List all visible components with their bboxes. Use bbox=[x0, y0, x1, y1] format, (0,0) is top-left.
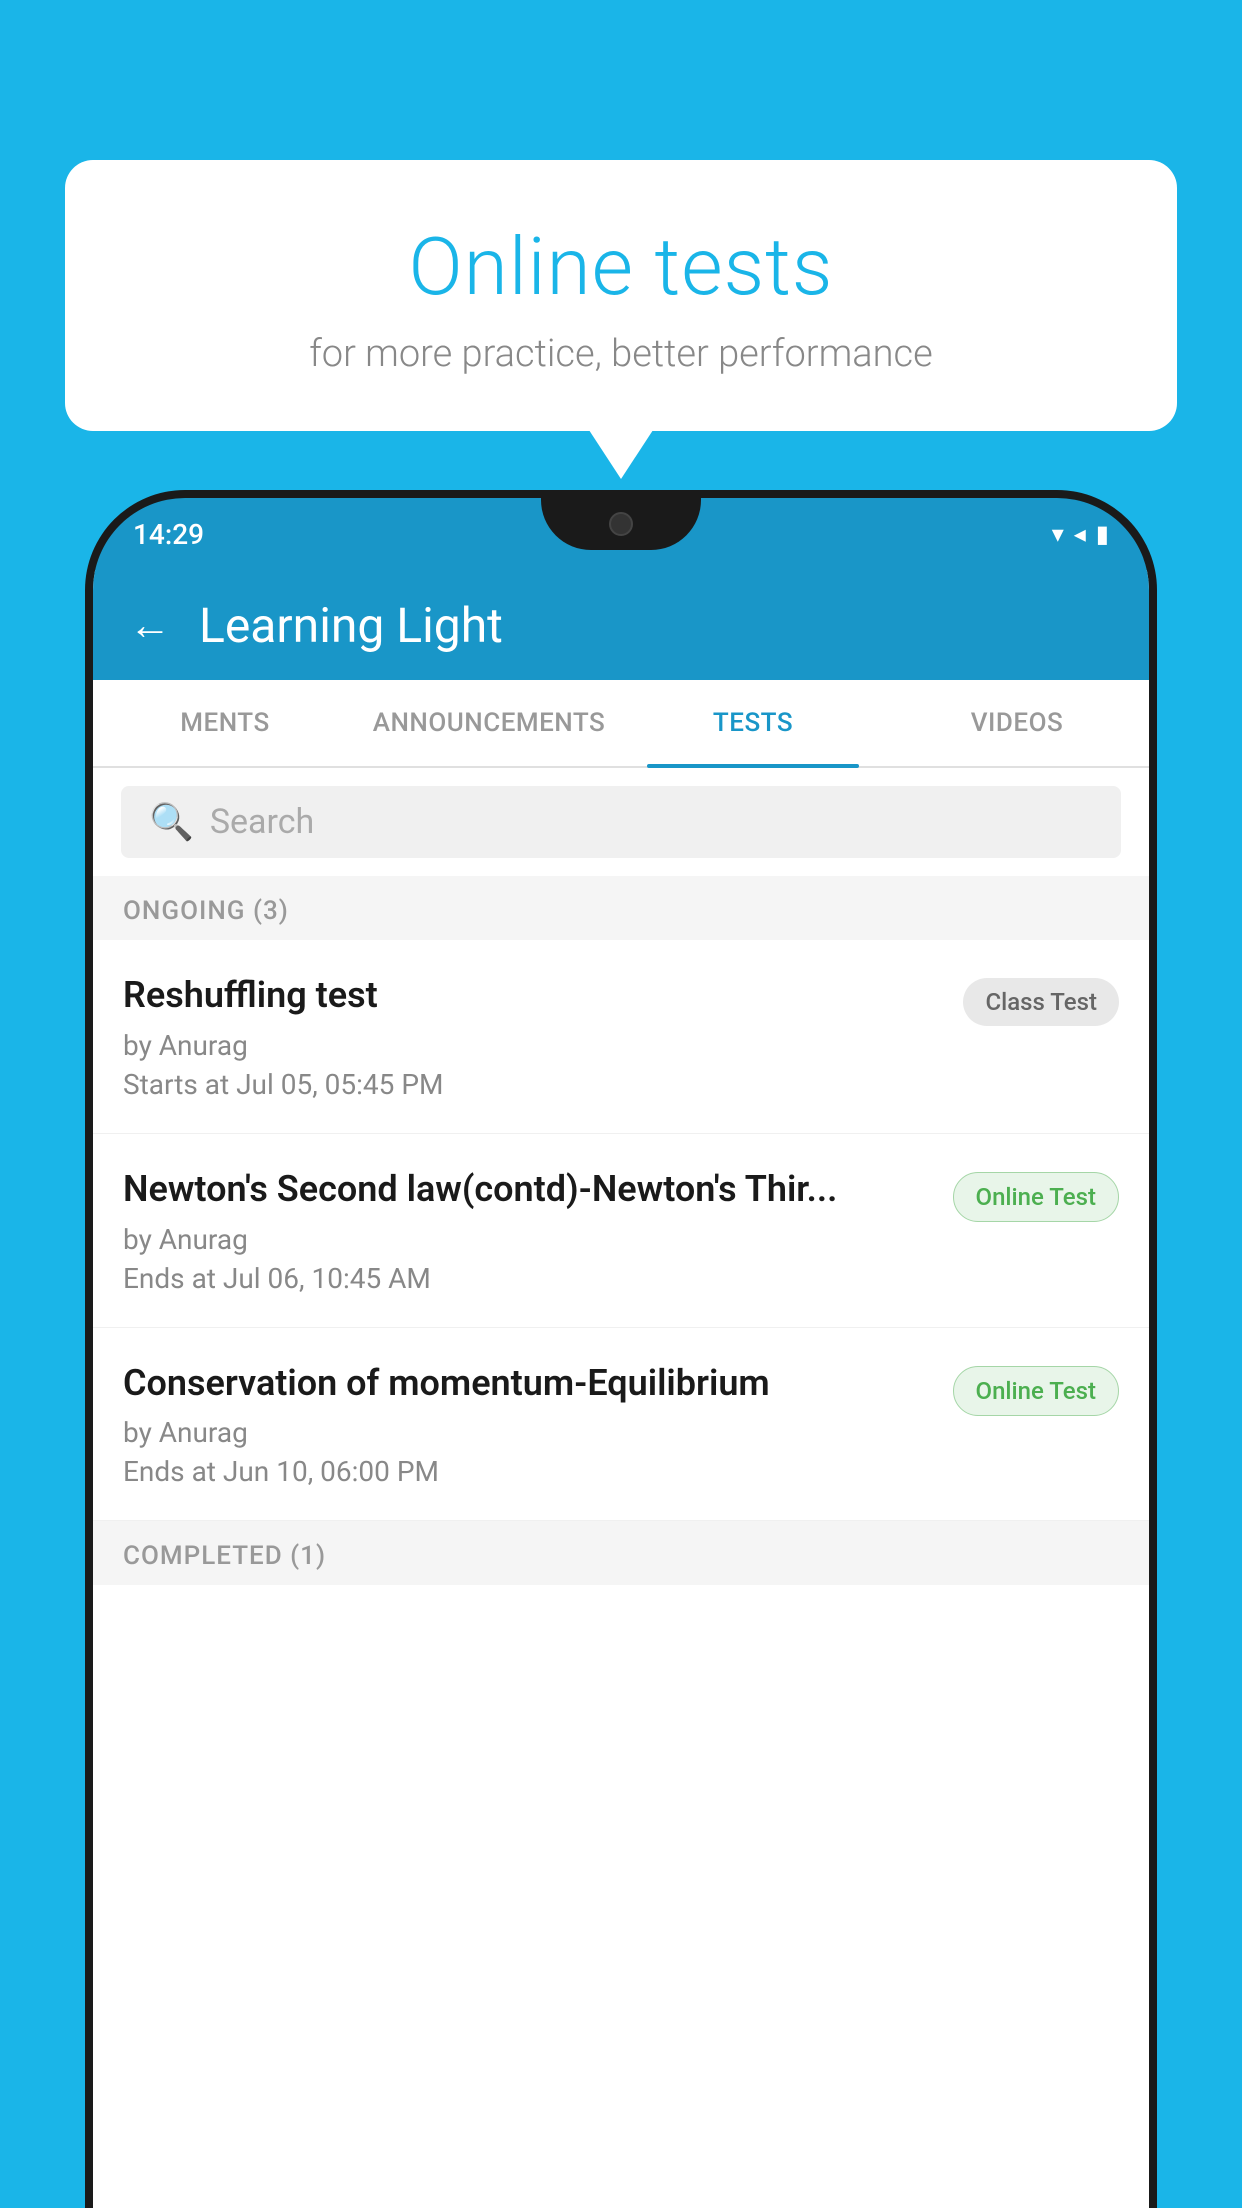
test-title: Reshuffling test bbox=[123, 972, 943, 1019]
search-icon: 🔍 bbox=[149, 801, 194, 843]
test-item[interactable]: Reshuffling test by Anurag Starts at Jul… bbox=[93, 940, 1149, 1134]
search-bar-container: 🔍 Search bbox=[93, 768, 1149, 876]
wifi-icon: ▾ bbox=[1052, 520, 1064, 548]
notch bbox=[541, 498, 701, 550]
back-button[interactable]: ← bbox=[129, 601, 171, 650]
test-title: Conservation of momentum-Equilibrium bbox=[123, 1360, 933, 1407]
status-icons: ▾ ◂ ▮ bbox=[1052, 520, 1109, 548]
test-time: Ends at Jun 10, 06:00 PM bbox=[123, 1455, 933, 1488]
camera bbox=[609, 512, 633, 536]
tab-ments[interactable]: MENTS bbox=[93, 680, 357, 766]
app-bar: ← Learning Light bbox=[93, 570, 1149, 680]
signal-icon: ◂ bbox=[1074, 520, 1086, 548]
test-item[interactable]: Conservation of momentum-Equilibrium by … bbox=[93, 1328, 1149, 1522]
tab-tests[interactable]: TESTS bbox=[621, 680, 885, 766]
test-badge: Online Test bbox=[953, 1366, 1119, 1416]
test-info: Conservation of momentum-Equilibrium by … bbox=[123, 1360, 953, 1489]
test-info: Reshuffling test by Anurag Starts at Jul… bbox=[123, 972, 963, 1101]
test-info: Newton's Second law(contd)-Newton's Thir… bbox=[123, 1166, 953, 1295]
test-badge: Online Test bbox=[953, 1172, 1119, 1222]
tab-videos[interactable]: VIDEOS bbox=[885, 680, 1149, 766]
test-badge: Class Test bbox=[963, 978, 1119, 1026]
bubble-title: Online tests bbox=[105, 220, 1137, 314]
completed-section-label: COMPLETED (1) bbox=[123, 1541, 326, 1571]
phone-inner: 14:29 ▾ ◂ ▮ ← Learning Light MENTS bbox=[93, 498, 1149, 2208]
phone-frame: 14:29 ▾ ◂ ▮ ← Learning Light MENTS bbox=[85, 490, 1157, 2208]
completed-section-header: COMPLETED (1) bbox=[93, 1521, 1149, 1585]
test-time: Ends at Jul 06, 10:45 AM bbox=[123, 1262, 933, 1295]
ongoing-section-header: ONGOING (3) bbox=[93, 876, 1149, 940]
status-bar: 14:29 ▾ ◂ ▮ bbox=[93, 498, 1149, 570]
bubble-subtitle: for more practice, better performance bbox=[105, 332, 1137, 376]
test-author: by Anurag bbox=[123, 1223, 933, 1256]
test-time: Starts at Jul 05, 05:45 PM bbox=[123, 1068, 943, 1101]
search-bar[interactable]: 🔍 Search bbox=[121, 786, 1121, 858]
test-list: Reshuffling test by Anurag Starts at Jul… bbox=[93, 940, 1149, 1521]
tab-bar: MENTS ANNOUNCEMENTS TESTS VIDEOS bbox=[93, 680, 1149, 768]
speech-bubble: Online tests for more practice, better p… bbox=[65, 160, 1177, 431]
speech-bubble-container: Online tests for more practice, better p… bbox=[65, 160, 1177, 431]
ongoing-section-label: ONGOING (3) bbox=[123, 896, 289, 926]
battery-icon: ▮ bbox=[1096, 520, 1109, 548]
test-item[interactable]: Newton's Second law(contd)-Newton's Thir… bbox=[93, 1134, 1149, 1328]
test-author: by Anurag bbox=[123, 1029, 943, 1062]
status-time: 14:29 bbox=[133, 518, 204, 551]
test-author: by Anurag bbox=[123, 1416, 933, 1449]
app-title: Learning Light bbox=[199, 597, 503, 654]
phone-screen: ← Learning Light MENTS ANNOUNCEMENTS TES… bbox=[93, 570, 1149, 2208]
test-title: Newton's Second law(contd)-Newton's Thir… bbox=[123, 1166, 933, 1213]
tab-announcements[interactable]: ANNOUNCEMENTS bbox=[357, 680, 621, 766]
search-placeholder: Search bbox=[210, 802, 314, 842]
